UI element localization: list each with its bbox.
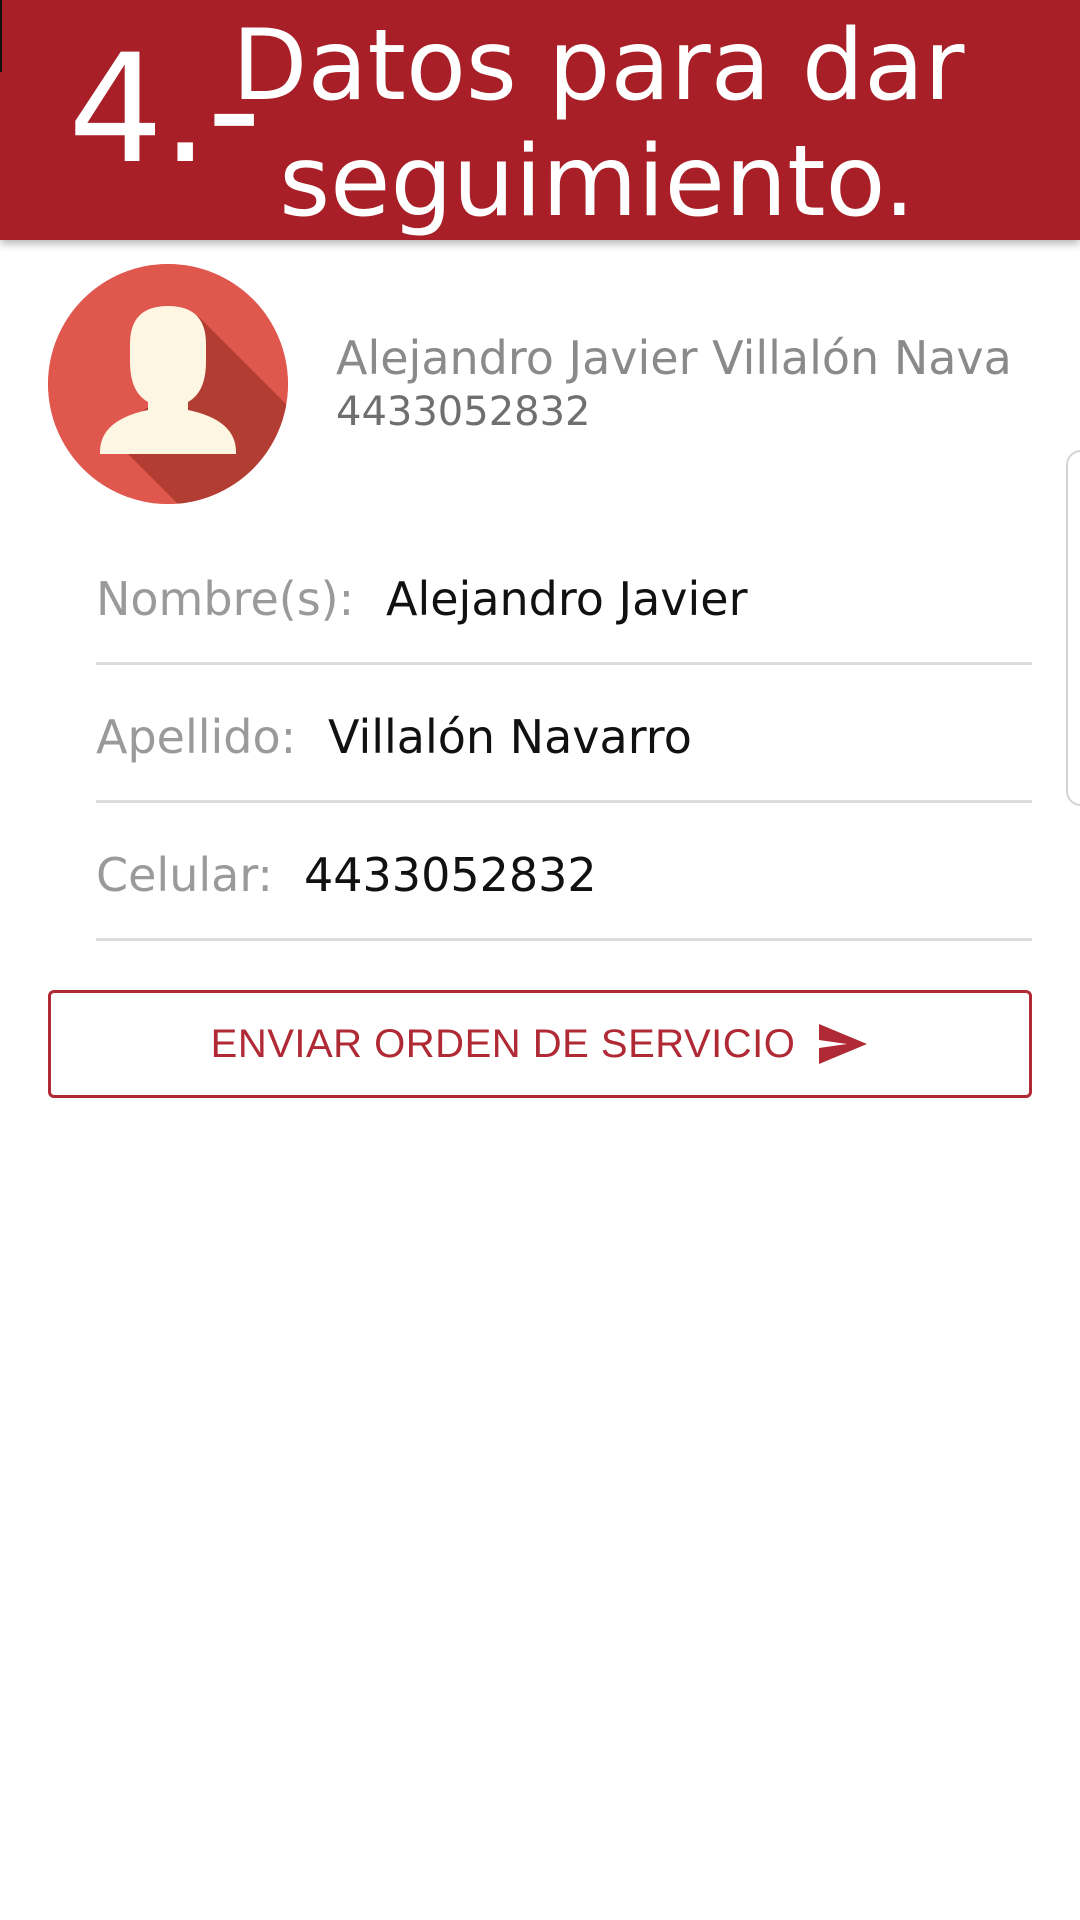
nombre-input[interactable]: Alejandro Javier — [386, 571, 748, 627]
nombre-field[interactable]: Nombre(s): Alejandro Javier — [96, 527, 1032, 665]
send-order-label: ENVIAR ORDEN DE SERVICIO — [210, 1021, 796, 1066]
celular-input[interactable]: 4433052832 — [304, 847, 597, 903]
user-avatar-icon — [48, 264, 288, 504]
page-title-line-2: seguimiento. — [279, 125, 915, 239]
header-corner-mark — [0, 0, 2, 72]
page-title: Datos para dar seguimiento. — [232, 8, 965, 240]
apellido-input[interactable]: Villalón Navarro — [328, 709, 692, 765]
nombre-label: Nombre(s): — [96, 572, 355, 626]
page-title-line-1: Datos para dar — [232, 9, 965, 123]
apellido-label: Apellido: — [96, 710, 297, 764]
send-icon — [817, 1022, 869, 1066]
profile-summary: Alejandro Javier Villalón Navarro 443305… — [0, 240, 1080, 520]
step-number: 4.- — [68, 23, 261, 197]
scroll-indicator[interactable] — [1066, 450, 1080, 806]
celular-field[interactable]: Celular: 4433052832 — [96, 803, 1032, 941]
profile-full-name: Alejandro Javier Villalón Navarro — [336, 331, 1008, 385]
profile-phone: 4433052832 — [336, 389, 591, 435]
page-header: 4.- Datos para dar seguimiento. — [0, 0, 1080, 240]
send-order-button[interactable]: ENVIAR ORDEN DE SERVICIO — [48, 990, 1032, 1098]
apellido-field[interactable]: Apellido: Villalón Navarro — [96, 665, 1032, 803]
celular-label: Celular: — [96, 848, 273, 902]
